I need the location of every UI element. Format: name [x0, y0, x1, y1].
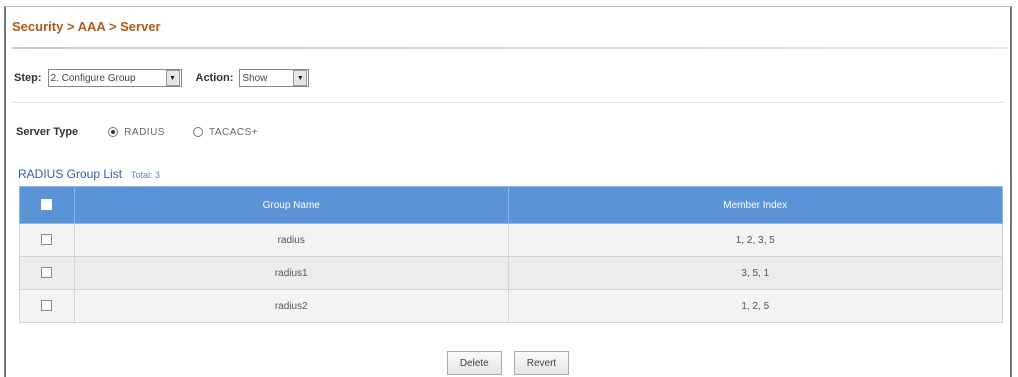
row-checkbox[interactable]: [41, 267, 53, 279]
group-name-cell: radius2: [73, 289, 509, 323]
group-list-title: RADIUS Group List: [18, 167, 123, 181]
action-label: Action:: [195, 72, 234, 84]
step-action-row: Step: 2. Configure Group ▼ Action: Show …: [14, 69, 310, 87]
button-row: Delete Revert: [6, 351, 1010, 375]
row-checkbox-cell: [19, 256, 75, 290]
title-bar: Security > AAA > Server: [6, 7, 1010, 45]
row-checkbox[interactable]: [41, 234, 53, 246]
group-list-header: RADIUS Group List Total: 3: [18, 167, 160, 181]
select-all-cell: [19, 186, 75, 224]
member-index-cell: 1, 2, 3, 5: [507, 223, 1003, 257]
table-row: radius 1, 2, 3, 5: [19, 223, 1003, 257]
group-table: Group Name Member Index radius 1, 2, 3, …: [19, 186, 1003, 323]
member-index-header: Member Index: [507, 186, 1003, 224]
tacacs-radio[interactable]: [192, 127, 203, 137]
breadcrumb: Security > AAA > Server: [12, 18, 161, 34]
radius-radio-label[interactable]: RADIUS: [124, 127, 165, 138]
member-index-cell: 3, 5, 1: [507, 256, 1003, 290]
action-select[interactable]: Show ▼: [239, 69, 310, 87]
dropdown-arrow-icon[interactable]: ▼: [165, 70, 180, 86]
step-select[interactable]: 2. Configure Group ▼: [47, 69, 182, 87]
delete-button[interactable]: Delete: [446, 351, 502, 375]
step-label: Step:: [14, 72, 42, 84]
group-name-header: Group Name: [73, 186, 509, 224]
server-type-row: Server Type RADIUS TACACS+: [16, 126, 258, 138]
row-checkbox-cell: [19, 223, 75, 257]
row-checkbox[interactable]: [41, 300, 53, 312]
group-name-cell: radius1: [73, 256, 509, 290]
revert-button[interactable]: Revert: [513, 351, 570, 375]
row-checkbox-cell: [19, 289, 75, 323]
tacacs-radio-label[interactable]: TACACS+: [209, 127, 258, 138]
member-index-cell: 1, 2, 5: [507, 289, 1003, 323]
group-list-total: Total: 3: [131, 170, 161, 180]
dropdown-arrow-icon[interactable]: ▼: [293, 70, 308, 86]
page-frame: Security > AAA > Server Step: 2. Configu…: [4, 6, 1012, 377]
action-select-value: Show: [242, 72, 268, 84]
server-type-label: Server Type: [16, 126, 79, 138]
table-row: radius2 1, 2, 5: [19, 289, 1003, 323]
group-name-cell: radius: [73, 223, 509, 257]
step-select-value: 2. Configure Group: [50, 72, 136, 84]
title-divider: [12, 47, 1008, 49]
select-all-checkbox[interactable]: [41, 199, 53, 211]
table-header-row: Group Name Member Index: [19, 186, 1003, 224]
radius-radio[interactable]: [108, 127, 119, 137]
controls-divider: [12, 102, 1004, 103]
table-row: radius1 3, 5, 1: [19, 256, 1003, 290]
